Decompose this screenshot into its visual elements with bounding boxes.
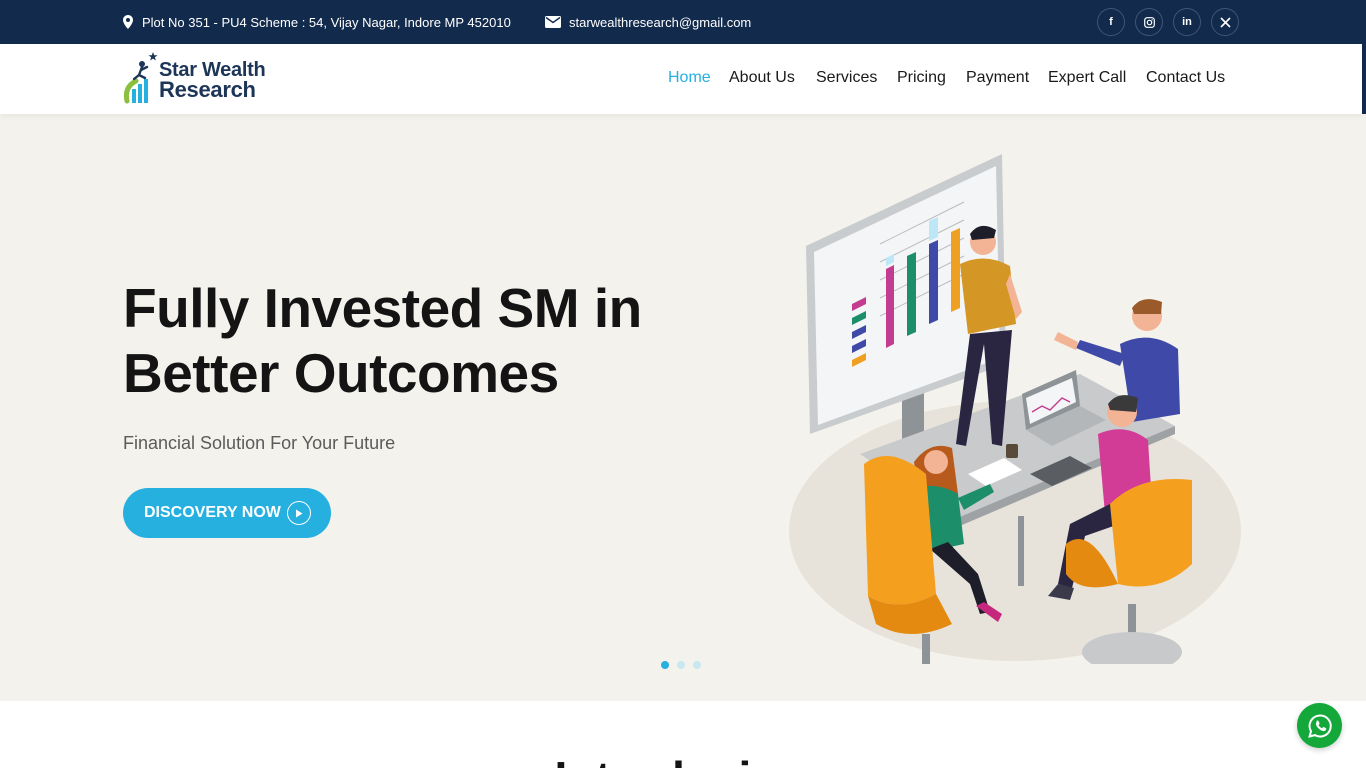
top-bar: Plot No 351 - PU4 Scheme : 54, Vijay Nag… [0,0,1366,44]
slider-dot-3[interactable] [693,661,701,669]
email-text[interactable]: starwealthresearch@gmail.com [569,15,751,30]
hero-subtitle: Financial Solution For Your Future [123,433,396,453]
nav-about-us[interactable]: About Us [729,69,795,87]
logo-mark-icon [123,52,158,104]
hero-title: Fully Invested SM in Better Outcomes [123,276,723,406]
play-icon [286,501,311,525]
hero-slider: Fully Invested SM in Better Outcomes Fin… [0,114,1366,701]
team-meeting-illustration [789,154,1241,664]
nav-contact-us[interactable]: Contact Us [1146,69,1225,87]
envelope-icon [545,16,561,28]
nav-payment[interactable]: Payment [966,69,1029,87]
facebook-icon[interactable]: f [1097,8,1125,36]
address: Plot No 351 - PU4 Scheme : 54, Vijay Nag… [123,0,511,44]
nav-services[interactable]: Services [816,69,877,87]
nav-pricing[interactable]: Pricing [897,69,946,87]
map-marker-icon [123,15,133,29]
discovery-now-label: DISCOVERY NOW [144,504,281,521]
linkedin-icon[interactable]: in [1173,8,1201,36]
nav-expert-call[interactable]: Expert Call [1048,69,1126,87]
x-twitter-icon[interactable] [1211,8,1239,36]
logo-text: Star Wealth Research [159,60,266,102]
hero-title-line-1: Fully Invested SM in [123,277,642,339]
slider-dot-1[interactable] [661,661,669,669]
hero-title-line-2: Better Outcomes [123,342,559,404]
main-header: Star Wealth Research Home About Us Servi… [0,44,1362,114]
slider-dot-2[interactable] [677,661,685,669]
address-text: Plot No 351 - PU4 Scheme : 54, Vijay Nag… [142,14,511,30]
whatsapp-icon [1307,713,1332,738]
whatsapp-button[interactable] [1297,703,1342,748]
instagram-icon[interactable] [1135,8,1163,36]
slider-dots [661,661,709,669]
discovery-now-button[interactable]: DISCOVERY NOW [123,488,331,538]
intro-title: Introducing [0,751,1362,768]
intro-section: Introducing [0,701,1362,768]
logo-line-2: Research [159,77,256,102]
logo[interactable]: Star Wealth Research [122,51,282,107]
email[interactable]: starwealthresearch@gmail.com [545,0,751,44]
nav-home[interactable]: Home [668,69,711,87]
